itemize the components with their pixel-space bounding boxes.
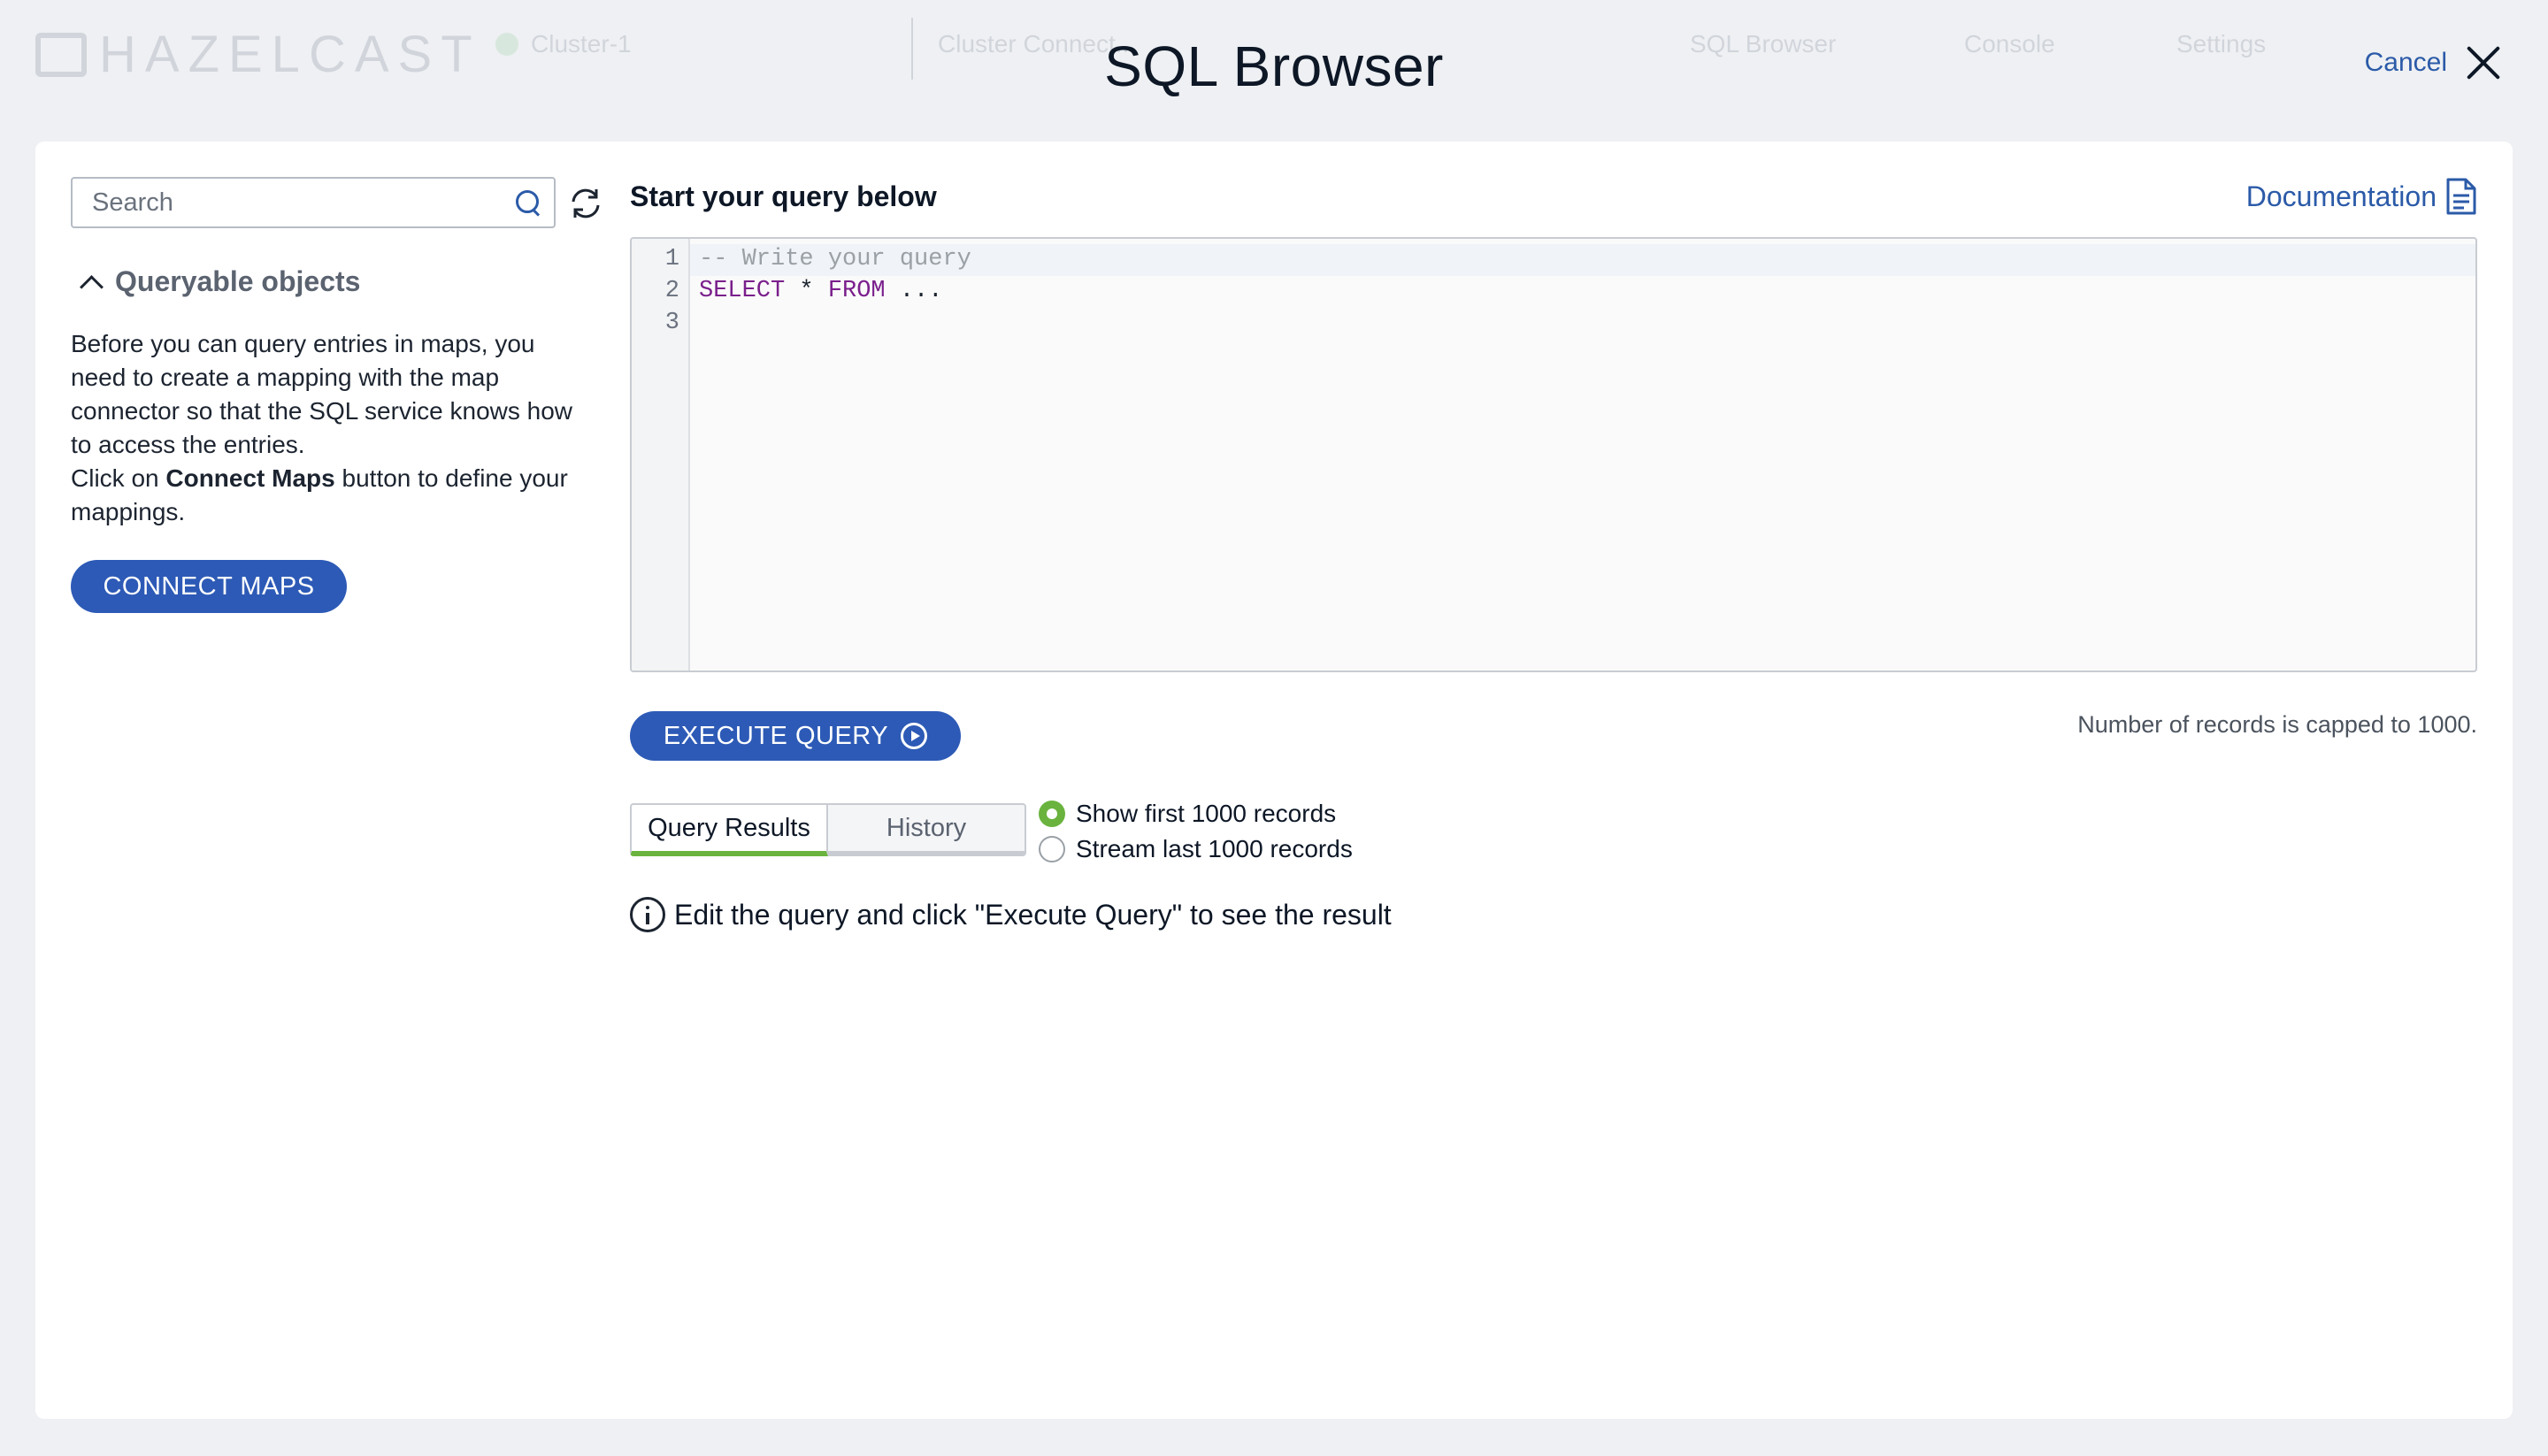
execute-query-button[interactable]: EXECUTE QUERY xyxy=(630,711,961,761)
sql-editor[interactable]: 1 2 3 -- Write your query SELECT * FROM … xyxy=(630,237,2477,672)
info-click-text: Click on xyxy=(71,464,166,492)
info-paragraph: Before you can query entries in maps, yo… xyxy=(71,330,573,458)
document-icon xyxy=(2446,178,2476,215)
search-box xyxy=(71,177,556,228)
queryable-objects-toggle[interactable]: Queryable objects xyxy=(76,265,360,298)
cancel-label: Cancel xyxy=(2364,48,2447,77)
info-bold-text: Connect Maps xyxy=(165,464,335,492)
search-input[interactable] xyxy=(73,179,508,226)
radio-show-first[interactable]: Show first 1000 records xyxy=(1039,796,1353,831)
sql-browser-panel: Queryable objects Before you can query e… xyxy=(35,142,2513,1419)
results-hint: Edit the query and click "Execute Query"… xyxy=(630,897,1392,932)
code-line-1: -- Write your query xyxy=(699,246,971,272)
modal-title: SQL Browser xyxy=(1104,34,1444,98)
mapping-info-text: Before you can query entries in maps, yo… xyxy=(71,327,593,529)
section-title: Queryable objects xyxy=(115,265,361,297)
query-heading: Start your query below xyxy=(630,180,937,212)
close-icon[interactable] xyxy=(2463,42,2504,83)
line-number: 3 xyxy=(664,310,679,336)
play-circle-icon xyxy=(901,723,928,749)
documentation-label: Documentation xyxy=(2245,180,2437,212)
record-mode-radios: Show first 1000 records Stream last 1000… xyxy=(1039,796,1353,867)
cancel-button[interactable]: Cancel xyxy=(2365,42,2504,83)
keyword-from: FROM xyxy=(827,278,886,304)
radio-unchecked[interactable] xyxy=(1039,836,1065,862)
refresh-icon[interactable] xyxy=(566,184,605,223)
info-instruction: Click on Connect Maps button to define y… xyxy=(71,462,593,529)
code-star: * xyxy=(785,278,828,304)
radio-label: Show first 1000 records xyxy=(1076,800,1337,827)
execute-query-label: EXECUTE QUERY xyxy=(663,721,889,750)
radio-stream-last[interactable]: Stream last 1000 records xyxy=(1039,831,1353,867)
documentation-link[interactable]: Documentation xyxy=(2246,177,2477,216)
keyword-select: SELECT xyxy=(699,278,786,304)
editor-gutter: 1 2 3 xyxy=(632,239,690,671)
info-icon xyxy=(630,897,665,932)
radio-checked[interactable] xyxy=(1039,801,1065,827)
line-number: 2 xyxy=(664,278,679,304)
code-rest: ... xyxy=(885,278,943,304)
tab-history[interactable]: History xyxy=(828,803,1026,856)
tab-query-results[interactable]: Query Results xyxy=(630,803,828,856)
chevron-up-icon xyxy=(76,268,104,296)
connect-maps-button[interactable]: CONNECT MAPS xyxy=(71,560,347,613)
radio-label: Stream last 1000 records xyxy=(1076,835,1353,862)
code-line-2: SELECT * FROM ... xyxy=(699,278,942,304)
line-number: 1 xyxy=(664,246,679,272)
records-cap-note: Number of records is capped to 1000. xyxy=(2077,711,2477,738)
results-tabs: Query Results History xyxy=(630,803,1026,856)
hint-text: Edit the query and click "Execute Query"… xyxy=(674,898,1392,931)
search-icon[interactable] xyxy=(508,182,549,223)
